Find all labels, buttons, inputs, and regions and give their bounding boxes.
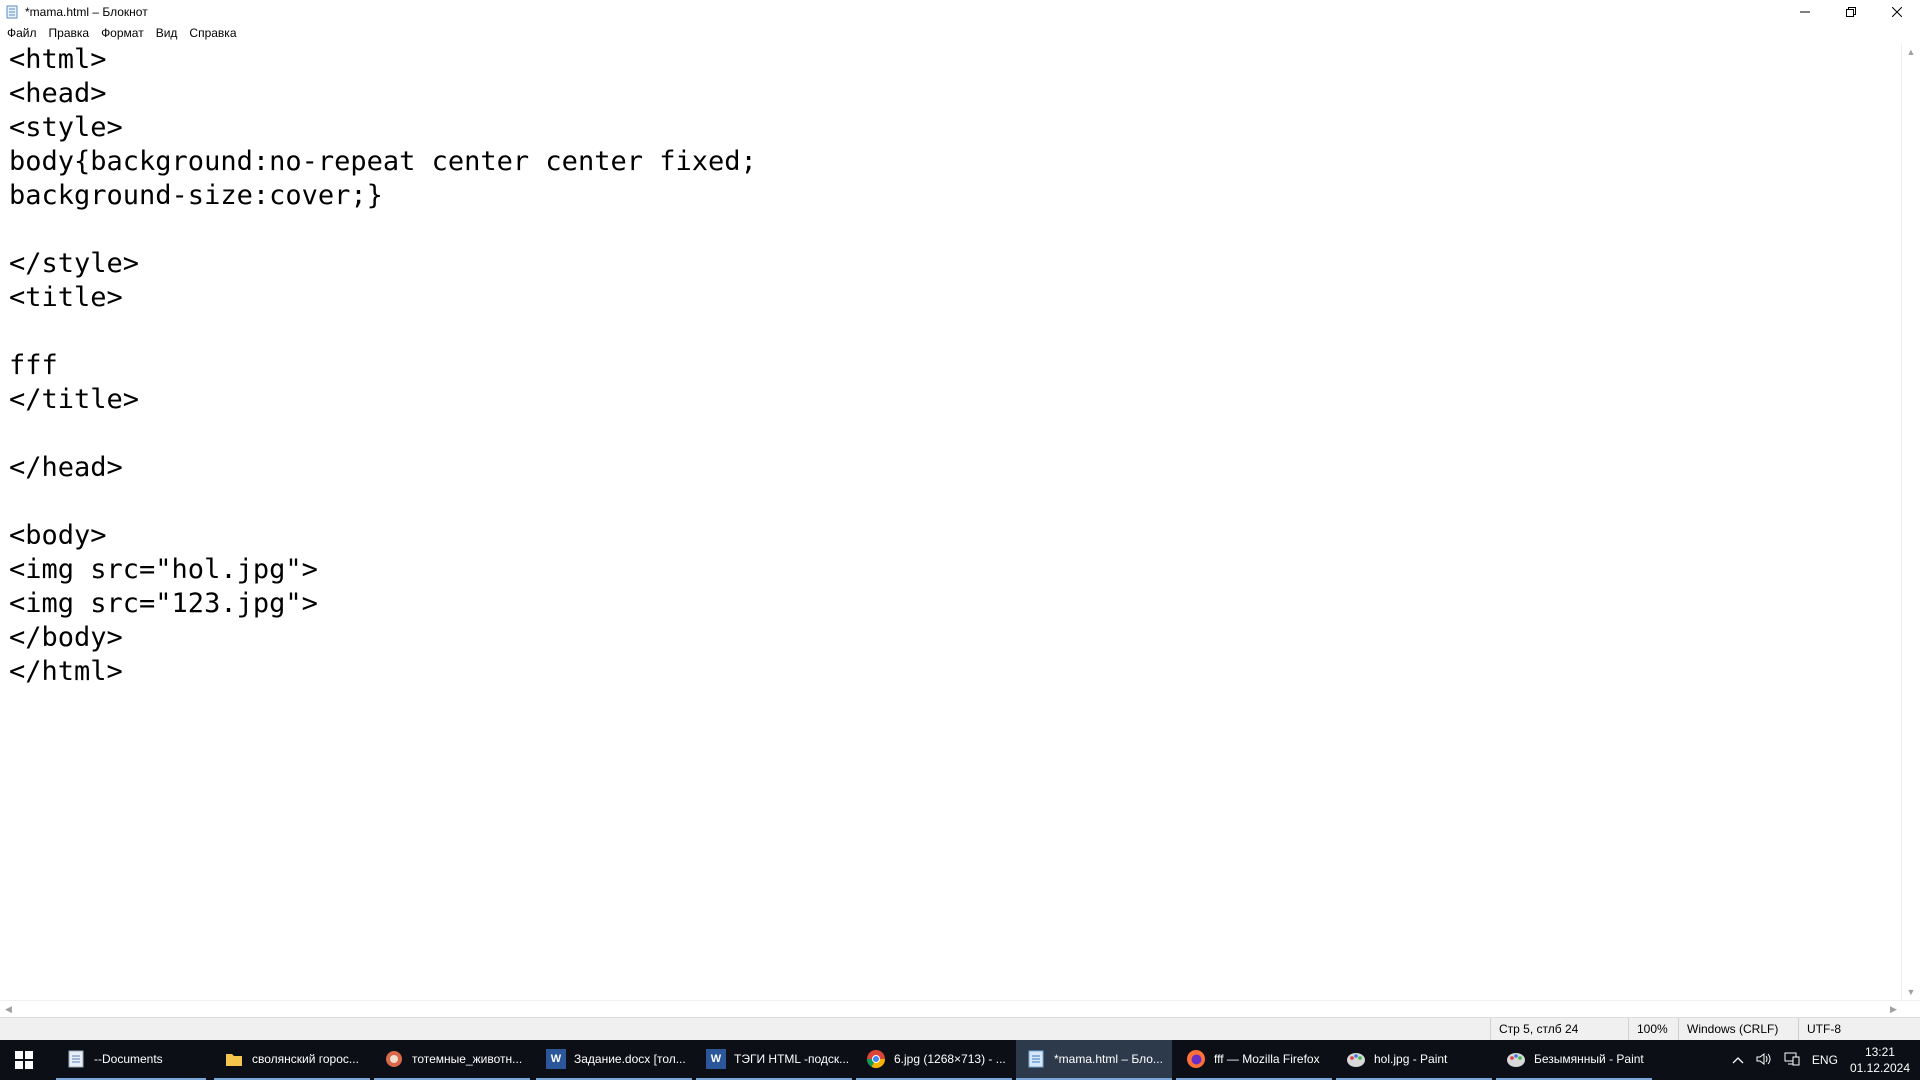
chevron-up-icon[interactable] bbox=[1732, 1053, 1744, 1067]
editor-line[interactable]: <head> bbox=[9, 77, 1902, 111]
scroll-up-icon[interactable]: ▲ bbox=[1902, 43, 1920, 60]
taskbar: --Documents сволянский горос... тотемные… bbox=[0, 1040, 1920, 1080]
status-encoding: UTF-8 bbox=[1798, 1018, 1917, 1040]
vertical-scrollbar[interactable]: ▲ ▼ bbox=[1901, 43, 1920, 1000]
editor-content[interactable]: <html> <head> <style> body{background:no-re… bbox=[0, 43, 1902, 689]
taskbar-item-image-viewer[interactable]: тотемные_животн... bbox=[374, 1040, 530, 1080]
task-label: тотемные_животн... bbox=[412, 1052, 523, 1066]
editor-line[interactable]: <body> bbox=[9, 519, 1902, 553]
menu-edit[interactable]: Правка bbox=[43, 26, 96, 40]
windows-logo-icon bbox=[15, 1051, 33, 1069]
editor-line[interactable]: </head> bbox=[9, 451, 1902, 485]
restore-icon bbox=[1846, 6, 1856, 17]
close-button[interactable] bbox=[1874, 0, 1920, 23]
close-icon bbox=[1892, 6, 1902, 17]
taskbar-item-firefox[interactable]: fff — Mozilla Firefox bbox=[1176, 1040, 1332, 1080]
task-label: fff — Mozilla Firefox bbox=[1214, 1052, 1320, 1066]
status-cursor-position: Стр 5, стлб 24 bbox=[1490, 1018, 1629, 1040]
editor-line[interactable]: background-size:cover;} bbox=[9, 179, 1902, 213]
word-icon: W bbox=[546, 1049, 566, 1069]
scroll-left-icon[interactable]: ◀ bbox=[0, 1001, 17, 1018]
menu-view[interactable]: Вид bbox=[150, 26, 184, 40]
taskbar-item-folder[interactable]: сволянский горос... bbox=[214, 1040, 370, 1080]
editor-line[interactable] bbox=[9, 213, 1902, 247]
system-tray: ENG 13:21 01.12.2024 bbox=[1726, 1040, 1920, 1080]
minimize-button[interactable] bbox=[1782, 0, 1828, 23]
task-label: ТЭГИ HTML -подск... bbox=[734, 1052, 850, 1066]
folder-icon bbox=[224, 1049, 244, 1069]
task-label: 6.jpg (1268×713) - ... bbox=[894, 1052, 1006, 1066]
text-editor[interactable]: <html> <head> <style> body{background:no-re… bbox=[0, 43, 1902, 1000]
horizontal-scrollbar[interactable]: ◀ ▶ bbox=[0, 1000, 1920, 1018]
task-label: *mama.html – Бло... bbox=[1054, 1052, 1163, 1066]
window-title: *mama.html – Блокнот bbox=[25, 4, 148, 19]
editor-line[interactable]: </html> bbox=[9, 655, 1902, 689]
task-label: --Documents bbox=[94, 1052, 163, 1066]
menu-format[interactable]: Формат bbox=[95, 26, 150, 40]
editor-line[interactable]: </body> bbox=[9, 621, 1902, 655]
editor-line[interactable]: body{background:no-repeat center center … bbox=[9, 145, 1902, 179]
editor-line[interactable]: </title> bbox=[9, 383, 1902, 417]
volume-icon[interactable] bbox=[1756, 1052, 1772, 1069]
window-controls bbox=[1782, 0, 1920, 23]
clock-time: 13:21 bbox=[1864, 1045, 1895, 1059]
clock-date: 01.12.2024 bbox=[1849, 1061, 1910, 1075]
clock[interactable]: 13:21 01.12.2024 bbox=[1850, 1044, 1910, 1076]
image-viewer-icon bbox=[384, 1049, 404, 1069]
notepad-doc-icon bbox=[66, 1049, 86, 1069]
task-label: Безымянный - Paint bbox=[1534, 1052, 1644, 1066]
taskbar-item-documents[interactable]: --Documents bbox=[56, 1040, 206, 1080]
task-label: hol.jpg - Paint bbox=[1374, 1052, 1448, 1066]
editor-line[interactable]: </style> bbox=[9, 247, 1902, 281]
status-line-ending: Windows (CRLF) bbox=[1678, 1018, 1797, 1040]
network-icon[interactable] bbox=[1784, 1052, 1800, 1069]
editor-line[interactable]: <title> bbox=[9, 281, 1902, 315]
paint-icon bbox=[1346, 1049, 1366, 1069]
editor-line[interactable]: fff bbox=[9, 349, 1902, 383]
taskbar-item-word-tags[interactable]: W ТЭГИ HTML -подск... bbox=[696, 1040, 852, 1080]
notepad-icon bbox=[1026, 1049, 1046, 1069]
editor-line[interactable] bbox=[9, 485, 1902, 519]
editor-line[interactable]: <style> bbox=[9, 111, 1902, 145]
editor-line[interactable]: <img src="hol.jpg"> bbox=[9, 553, 1902, 587]
editor-line[interactable] bbox=[9, 315, 1902, 349]
taskbar-item-chrome[interactable]: 6.jpg (1268×713) - ... bbox=[856, 1040, 1012, 1080]
word-icon: W bbox=[706, 1049, 726, 1069]
editor-line[interactable]: <html> bbox=[9, 43, 1902, 77]
minimize-icon bbox=[1800, 11, 1810, 12]
task-label: сволянский горос... bbox=[252, 1052, 359, 1066]
language-indicator[interactable]: ENG bbox=[1812, 1053, 1838, 1067]
taskbar-item-notepad-active[interactable]: *mama.html – Бло... bbox=[1016, 1040, 1172, 1080]
notepad-app-icon bbox=[6, 5, 18, 18]
taskbar-item-word-task[interactable]: W Задание.docx [тол... bbox=[536, 1040, 692, 1080]
editor-line[interactable]: <img src="123.jpg"> bbox=[9, 587, 1902, 621]
restore-button[interactable] bbox=[1828, 0, 1874, 23]
start-button[interactable] bbox=[0, 1040, 48, 1080]
task-label: Задание.docx [тол... bbox=[574, 1052, 686, 1066]
paint-icon bbox=[1506, 1049, 1526, 1069]
scroll-down-icon[interactable]: ▼ bbox=[1902, 983, 1920, 1000]
editor-line[interactable] bbox=[9, 417, 1902, 451]
menu-bar: Файл Правка Формат Вид Справка bbox=[0, 23, 1920, 43]
title-bar: *mama.html – Блокнот bbox=[0, 0, 1920, 23]
taskbar-item-paint-untitled[interactable]: Безымянный - Paint bbox=[1496, 1040, 1652, 1080]
firefox-icon bbox=[1186, 1049, 1206, 1069]
chrome-icon bbox=[866, 1049, 886, 1069]
scroll-right-icon[interactable]: ▶ bbox=[1885, 1001, 1902, 1018]
menu-help[interactable]: Справка bbox=[183, 26, 242, 40]
menu-file[interactable]: Файл bbox=[0, 26, 43, 40]
taskbar-item-paint-hol[interactable]: hol.jpg - Paint bbox=[1336, 1040, 1492, 1080]
status-bar: Стр 5, стлб 24 100% Windows (CRLF) UTF-8 bbox=[0, 1017, 1920, 1040]
